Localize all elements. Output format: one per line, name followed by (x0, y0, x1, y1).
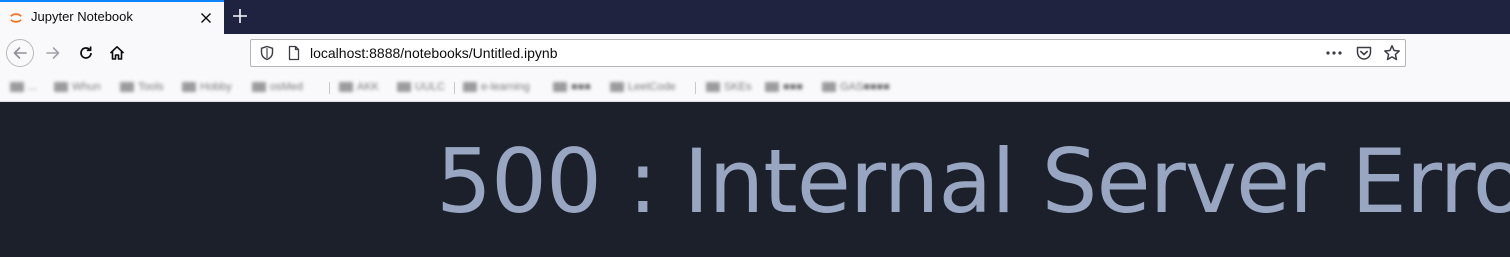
bookmark-item[interactable]: osMed (252, 80, 303, 94)
bookmark-item[interactable]: SKEs (706, 80, 752, 94)
arrow-right-icon (46, 47, 60, 59)
bookmark-separator (454, 82, 455, 94)
forward-button[interactable] (39, 39, 67, 67)
bookmark-item[interactable]: LeetCode (610, 80, 676, 94)
url-text[interactable]: localhost:8888/notebooks/Untitled.ipynb (310, 45, 558, 61)
folder-icon (252, 82, 266, 92)
shield-icon[interactable] (259, 45, 275, 61)
reload-button[interactable] (72, 39, 100, 67)
tab-title: Jupyter Notebook (31, 9, 133, 24)
bookmark-item[interactable]: ■■■ (765, 80, 803, 94)
url-bar[interactable]: localhost:8888/notebooks/Untitled.ipynb (250, 39, 1406, 67)
bookmark-item[interactable]: Tools (120, 80, 164, 94)
folder-icon (10, 82, 24, 92)
bookmarks-toolbar: ... Whun Tools Hobby osMed AKK UULC e-le… (0, 72, 1510, 102)
pocket-icon[interactable] (1355, 45, 1373, 61)
folder-icon (182, 82, 196, 92)
bookmark-separator (695, 82, 696, 94)
bookmark-item[interactable]: Hobby (182, 80, 232, 94)
bookmark-separator (329, 82, 330, 94)
folder-icon (397, 82, 411, 92)
reload-icon (80, 46, 92, 59)
folder-icon (120, 82, 134, 92)
folder-icon (553, 82, 567, 92)
folder-icon (610, 82, 624, 92)
home-button[interactable] (103, 39, 131, 67)
tab-jupyter-notebook[interactable]: Jupyter Notebook (0, 0, 224, 34)
arrow-left-icon (13, 47, 27, 59)
bookmark-item[interactable]: GAS■■■■ (822, 80, 890, 94)
bookmark-item[interactable]: ... (10, 80, 37, 94)
star-icon[interactable] (1383, 44, 1401, 62)
folder-icon (339, 82, 353, 92)
bookmark-item[interactable]: AKK (339, 80, 379, 94)
bookmark-item[interactable]: ■■■ (553, 80, 591, 94)
bookmark-item[interactable]: UULC (397, 80, 445, 94)
folder-icon (822, 82, 836, 92)
error-heading: 500 : Internal Server Error (436, 130, 1510, 233)
plus-icon[interactable] (231, 7, 249, 25)
folder-icon (463, 82, 477, 92)
more-icon[interactable] (1325, 45, 1343, 61)
bookmark-item[interactable]: Whun (54, 80, 101, 94)
jupyter-logo-icon (10, 13, 22, 23)
tab-strip: Jupyter Notebook (0, 0, 1510, 34)
folder-icon (765, 82, 779, 92)
folder-icon (706, 82, 720, 92)
folder-icon (54, 82, 68, 92)
page-icon[interactable] (286, 45, 302, 61)
navigation-toolbar: localhost:8888/notebooks/Untitled.ipynb (0, 34, 1510, 72)
close-icon[interactable] (198, 10, 214, 26)
bookmark-item[interactable]: e-learning (463, 80, 530, 94)
page-content: 500 : Internal Server Error (0, 102, 1510, 257)
back-button[interactable] (6, 39, 34, 67)
home-icon (109, 46, 125, 60)
